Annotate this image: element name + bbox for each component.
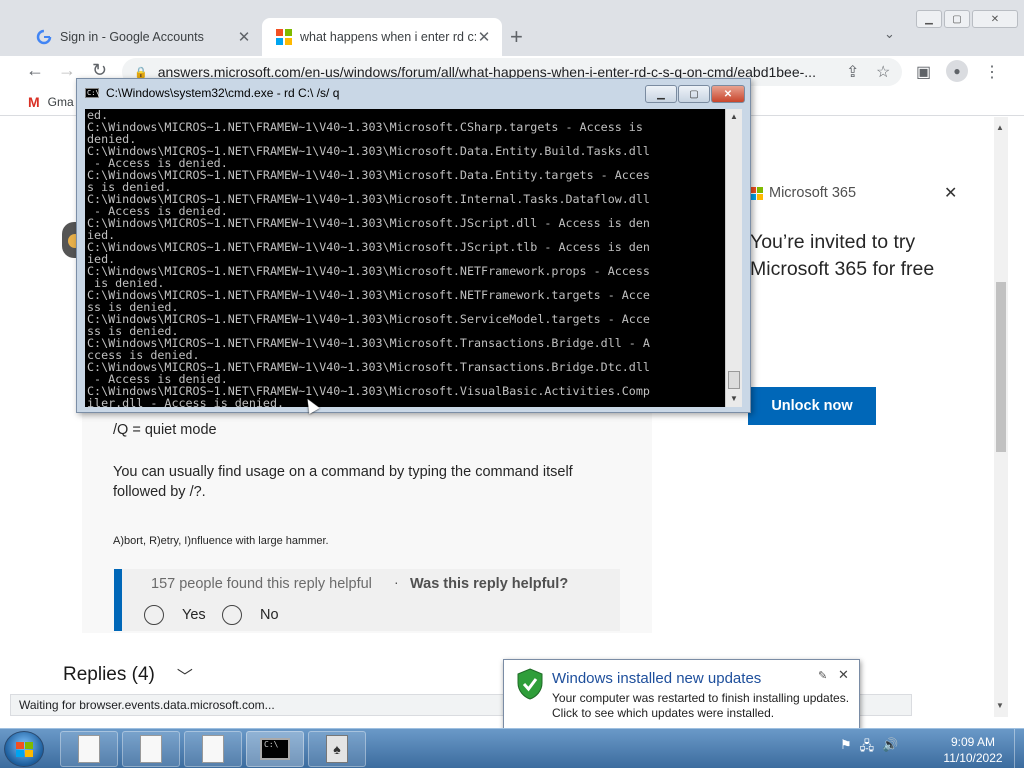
- cmd-icon: C:\: [85, 88, 100, 98]
- update-notification[interactable]: Windows installed new updates Your compu…: [503, 659, 860, 730]
- scroll-down-icon[interactable]: ▼: [730, 394, 738, 403]
- maximize-button[interactable]: ▢: [944, 10, 970, 28]
- chevron-down-icon: ﹀: [176, 669, 193, 686]
- share-icon[interactable]: ⇪: [846, 62, 859, 82]
- clock-date: 11/10/2022: [943, 751, 1003, 765]
- document-icon: [78, 735, 100, 763]
- cmd-icon: C:\: [260, 738, 290, 760]
- notification-title: Windows installed new updates: [552, 670, 762, 687]
- show-desktop-button[interactable]: [1014, 729, 1024, 768]
- start-button[interactable]: [4, 731, 44, 767]
- scroll-thumb[interactable]: [996, 282, 1006, 452]
- tab-search-chevron-icon[interactable]: ⌄: [884, 26, 895, 42]
- bookmark-label: Gma: [47, 95, 74, 109]
- cmd-title: C:\Windows\system32\cmd.exe - rd C:\ /s/…: [106, 86, 340, 100]
- yes-label: Yes: [182, 607, 206, 623]
- cmd-titlebar[interactable]: C:\ C:\Windows\system32\cmd.exe - rd C:\…: [77, 79, 750, 107]
- microsoft-365-logo: Microsoft 365: [750, 185, 856, 201]
- promo-close-icon[interactable]: ✕: [944, 183, 957, 203]
- network-icon[interactable]: 🖧: [860, 737, 875, 759]
- cmd-maximize-button[interactable]: ▢: [678, 85, 710, 103]
- document-icon: [202, 735, 224, 763]
- separator-dot: ·: [394, 574, 399, 590]
- bookmark-gmail[interactable]: M Gma: [28, 94, 74, 110]
- promo-headline: You’re invited to try Microsoft 365 for …: [750, 231, 935, 280]
- action-center-flag-icon[interactable]: ⚑: [840, 737, 852, 759]
- taskbar-item-cmd[interactable]: C:\: [246, 731, 304, 767]
- pin-icon[interactable]: ✎: [818, 669, 827, 682]
- console-scrollbar[interactable]: ▲ ▼: [725, 109, 742, 407]
- replies-toggle[interactable]: Replies (4) ﹀: [63, 663, 193, 687]
- microsoft-icon: [276, 29, 292, 45]
- no-radio[interactable]: No: [222, 605, 279, 625]
- taskbar-item-document-1[interactable]: [60, 731, 118, 767]
- clock-time: 9:09 AM: [950, 735, 996, 749]
- notification-line: Your computer was restarted to finish in…: [552, 691, 850, 705]
- quiet-mode-text: /Q = quiet mode: [113, 422, 217, 438]
- minimize-button[interactable]: ▁: [916, 10, 942, 28]
- microsoft-logo-icon: [750, 186, 763, 200]
- yes-radio[interactable]: Yes: [144, 605, 206, 625]
- taskbar-item-document-2[interactable]: [122, 731, 180, 767]
- radio-circle-icon: [222, 605, 242, 625]
- document-icon: [140, 735, 162, 763]
- taskbar-item-solitaire[interactable]: ♠: [308, 731, 366, 767]
- window-controls: ▁ ▢ ✕: [916, 10, 1018, 28]
- scroll-up-icon[interactable]: ▲: [730, 112, 738, 121]
- helpful-question: Was this reply helpful?: [410, 576, 569, 592]
- scroll-thumb[interactable]: [728, 371, 740, 389]
- windows-flag-icon: [16, 742, 33, 757]
- forward-arrow-icon[interactable]: →: [58, 60, 76, 81]
- new-tab-button[interactable]: +: [510, 24, 523, 50]
- signature-text: A)bort, R)etry, I)nfluence with large ha…: [113, 535, 329, 547]
- back-arrow-icon[interactable]: ←: [26, 60, 44, 81]
- tab-close-icon[interactable]: ✕: [476, 28, 492, 46]
- scroll-down-icon[interactable]: ▼: [996, 701, 1004, 710]
- usage-text: You can usually find usage on a command …: [113, 464, 573, 500]
- cmd-window[interactable]: C:\ C:\Windows\system32\cmd.exe - rd C:\…: [76, 78, 751, 413]
- helpful-feedback-box: 157 people found this reply helpful · Wa…: [114, 569, 620, 631]
- brand-label: Microsoft 365: [769, 185, 857, 201]
- unlock-now-button[interactable]: Unlock now: [748, 387, 876, 425]
- tab-microsoft-answers[interactable]: what happens when i enter rd c:\ ✕: [262, 18, 502, 56]
- tab-title: Sign in - Google Accounts: [60, 30, 204, 44]
- replies-label: Replies (4): [63, 664, 155, 685]
- notification-close-icon[interactable]: ✕: [838, 667, 849, 683]
- radio-circle-icon: [144, 605, 164, 625]
- tab-google-signin[interactable]: Sign in - Google Accounts ✕: [22, 18, 262, 56]
- taskbar-item-document-3[interactable]: [184, 731, 242, 767]
- system-tray: ⚑ 🖧 🔊: [840, 737, 898, 759]
- page-scrollbar[interactable]: ▲ ▼: [994, 117, 1008, 717]
- google-icon: [36, 29, 52, 45]
- cmd-window-controls: ▁ ▢ ✕: [645, 85, 745, 103]
- cmd-close-button[interactable]: ✕: [711, 85, 745, 103]
- tab-title: what happens when i enter rd c:\: [300, 30, 476, 44]
- notification-body: Your computer was restarted to finish in…: [552, 691, 849, 721]
- console-output[interactable]: ed. C:\Windows\MICROS~1.NET\FRAMEW~1\V40…: [85, 109, 725, 407]
- notification-line: Click to see which updates were installe…: [552, 706, 775, 720]
- taskbar: C:\ ♠ ⚑ 🖧 🔊 9:09 AM 11/10/2022: [0, 728, 1024, 768]
- no-label: No: [260, 607, 279, 623]
- scroll-up-icon[interactable]: ▲: [996, 123, 1004, 132]
- lock-icon: 🔒: [134, 66, 148, 79]
- tab-strip: Sign in - Google Accounts ✕ what happens…: [0, 0, 1024, 56]
- side-panel-icon[interactable]: ▣: [916, 62, 931, 82]
- clock[interactable]: 9:09 AM 11/10/2022: [936, 734, 1010, 766]
- close-window-button[interactable]: ✕: [972, 10, 1018, 28]
- tab-close-icon[interactable]: ✕: [236, 28, 252, 46]
- helpful-count: 157 people found this reply helpful: [151, 576, 372, 592]
- solitaire-icon: ♠: [326, 735, 348, 763]
- menu-kebab-icon[interactable]: ⋮: [984, 62, 1000, 82]
- gmail-icon: M: [28, 94, 40, 110]
- volume-icon[interactable]: 🔊: [882, 737, 898, 759]
- bookmark-star-icon[interactable]: ☆: [876, 62, 890, 82]
- profile-avatar-icon[interactable]: ●: [946, 60, 968, 82]
- shield-check-icon: [517, 668, 543, 700]
- cmd-minimize-button[interactable]: ▁: [645, 85, 677, 103]
